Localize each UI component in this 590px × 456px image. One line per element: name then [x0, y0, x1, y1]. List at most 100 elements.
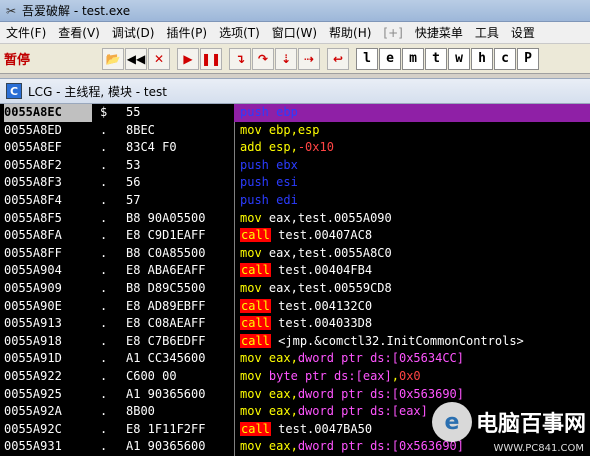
cpu-window-titlebar[interactable]: C LCG - 主线程, 模块 - test	[0, 78, 590, 104]
menu-bar: 文件(F) 查看(V) 调试(D) 插件(P) 选项(T) 窗口(W) 帮助(H) [+] 快捷…	[0, 22, 590, 44]
address: 0055A8FA	[4, 228, 62, 243]
disasm-row[interactable]: 0055A8FA. E8 C9D1EAFF call test.00407AC8	[0, 227, 590, 245]
toolbar: 暂停 📂 ◀◀ ✕ ▶ ❚❚ ↴ ↷ ⇣ ⇢ ↩ l e m t w h c P	[0, 44, 590, 74]
operand: eax,test.00559CD8	[268, 281, 392, 295]
address: 0055A91D	[4, 351, 62, 366]
run-icon[interactable]: ▶	[177, 47, 199, 70]
mnemonic: call	[240, 298, 271, 313]
menu-item[interactable]: 窗口(W)	[266, 22, 323, 44]
address: 0055A913	[4, 316, 62, 331]
menu-item[interactable]: 设置	[505, 22, 541, 44]
marker: .	[100, 351, 108, 366]
window-button-c[interactable]: c	[494, 47, 516, 70]
disasm-row[interactable]: 0055A931. A1 90365600 mov eax,dword ptr ds…	[0, 438, 590, 456]
operand: eax,test.0055A8C0	[268, 245, 392, 260]
disasm-row[interactable]: 0055A904. E8 ABA6EAFF call test.00404FB4	[0, 262, 590, 280]
trace-into-icon[interactable]: ⇣	[275, 47, 297, 70]
menu-item[interactable]: [+]	[377, 22, 408, 44]
disasm-row[interactable]: 0055A925. A1 90365600 mov eax,dword ptr ds…	[0, 386, 590, 404]
hex-bytes: B8 90A05500	[126, 210, 206, 225]
disasm-row[interactable]: 0055A922. C600 00 mov byte ptr ds:[eax],0x…	[0, 368, 590, 386]
mnemonic: mov	[240, 386, 262, 401]
hex-bytes: A1 90365600	[126, 386, 206, 401]
menu-item[interactable]: 帮助(H)	[323, 22, 377, 44]
trace-over-icon[interactable]: ⇢	[298, 47, 320, 70]
disasm-row[interactable]: 0055A91D. A1 CC345600 mov eax,dword ptr ds…	[0, 350, 590, 368]
execute-till-return-icon[interactable]: ↩	[327, 47, 349, 70]
disasm-row[interactable]: 0055A909. B8 D89C5500 mov eax,test.00559CD…	[0, 280, 590, 298]
open-icon[interactable]: 📂	[102, 47, 124, 70]
disasm-row[interactable]: 0055A8FF. B8 C0A85500 mov eax,test.0055A8C…	[0, 245, 590, 263]
marker: .	[100, 439, 108, 454]
marker: .	[100, 193, 108, 207]
disassembly: mov eax,test.0055A090	[240, 210, 392, 228]
operand: test.00404FB4	[278, 263, 373, 278]
menu-item[interactable]: 快捷菜单	[409, 22, 469, 44]
operand: test.004033D8	[278, 316, 373, 331]
disassembly: mov eax,dword ptr ds:[0x563690]	[240, 438, 464, 456]
pause-icon[interactable]: ❚❚	[200, 47, 222, 70]
disasm-row[interactable]: 0055A90E. E8 AD89EBFF call test.004132C0	[0, 298, 590, 316]
marker: .	[100, 421, 108, 436]
disassembly: push ebp	[240, 104, 298, 122]
window-button-P[interactable]: P	[517, 47, 539, 70]
disasm-row[interactable]: 0055A8ED. 8BEC mov ebp,esp	[0, 122, 590, 140]
address: 0055A8F4	[4, 193, 62, 207]
address: 0055A8EF	[4, 140, 62, 155]
address: 0055A922	[4, 369, 62, 383]
marker: .	[100, 245, 108, 260]
address: 0055A8ED	[4, 122, 62, 137]
window-button-w[interactable]: w	[448, 47, 470, 70]
mnemonic: mov	[240, 245, 262, 260]
operand: dword ptr ds:[0x563690]	[297, 386, 464, 401]
disasm-row[interactable]: 0055A918. E8 C7B6EDFF call <jmp.&comctl32.…	[0, 333, 590, 351]
mnemonic: push	[240, 105, 269, 119]
menu-item[interactable]: 插件(P)	[160, 22, 213, 44]
disasm-row[interactable]: 0055A8F4. 57 push edi	[0, 192, 590, 210]
mnemonic: call	[240, 263, 271, 278]
address: 0055A8F2	[4, 157, 62, 172]
marker: .	[100, 404, 108, 419]
menu-item[interactable]: 工具	[469, 22, 505, 44]
menu-item[interactable]: 选项(T)	[213, 22, 266, 44]
menu-item[interactable]: 文件(F)	[0, 22, 52, 44]
menu-item[interactable]: 调试(D)	[106, 22, 161, 44]
step-over-icon[interactable]: ↷	[252, 47, 274, 70]
menu-item[interactable]: 查看(V)	[52, 22, 106, 44]
operand: eax,	[268, 404, 298, 419]
disasm-row[interactable]: 0055A913. E8 C08AEAFF call test.004033D8	[0, 315, 590, 333]
operand: ebp	[276, 105, 298, 119]
hex-bytes: E8 C08AEAFF	[126, 316, 206, 331]
operand: test.0047BA50	[278, 421, 373, 436]
window-button-h[interactable]: h	[471, 47, 493, 70]
window-button-e[interactable]: e	[379, 47, 401, 70]
marker: .	[100, 386, 108, 401]
disasm-row[interactable]: 0055A8F3. 56 push esi	[0, 174, 590, 192]
disassembly: push ebx	[240, 157, 298, 175]
address: 0055A909	[4, 281, 62, 295]
mnemonic: add	[240, 140, 262, 155]
window-button-l[interactable]: l	[356, 47, 378, 70]
window-button-t[interactable]: t	[425, 47, 447, 70]
operand: dword ptr ds:[eax]	[297, 404, 428, 419]
disassembly: mov eax,dword ptr ds:[eax]	[240, 403, 428, 421]
mnemonic: call	[240, 228, 271, 243]
disasm-row[interactable]: 0055A8EF. 83C4 F0 add esp,-0x10	[0, 139, 590, 157]
marker: .	[100, 157, 108, 172]
disasm-row[interactable]: 0055A8F5. B8 90A05500 mov eax,test.0055A09…	[0, 210, 590, 228]
disassembly-pane[interactable]: 0055A8EC $55 push ebp 0055A8ED. 8BEC mov ebp,…	[0, 104, 590, 456]
window-button-m[interactable]: m	[402, 47, 424, 70]
hex-bytes: 8BEC	[126, 122, 155, 137]
marker: .	[100, 210, 108, 225]
marker: .	[100, 175, 108, 190]
disasm-row[interactable]: 0055A8F2. 53 push ebx	[0, 157, 590, 175]
disassembly: call test.0047BA50	[240, 421, 372, 439]
rewind-icon[interactable]: ◀◀	[125, 47, 147, 70]
disassembly: push edi	[240, 192, 298, 210]
disasm-row[interactable]: 0055A92C. E8 1F11F2FF call test.0047BA50	[0, 421, 590, 439]
disasm-row[interactable]: 0055A92A. 8B00 mov eax,dword ptr ds:[eax]	[0, 403, 590, 421]
close-process-icon[interactable]: ✕	[148, 47, 170, 70]
step-into-icon[interactable]: ↴	[229, 47, 251, 70]
mnemonic: mov	[240, 351, 262, 366]
disasm-row[interactable]: 0055A8EC $55 push ebp	[0, 104, 590, 122]
